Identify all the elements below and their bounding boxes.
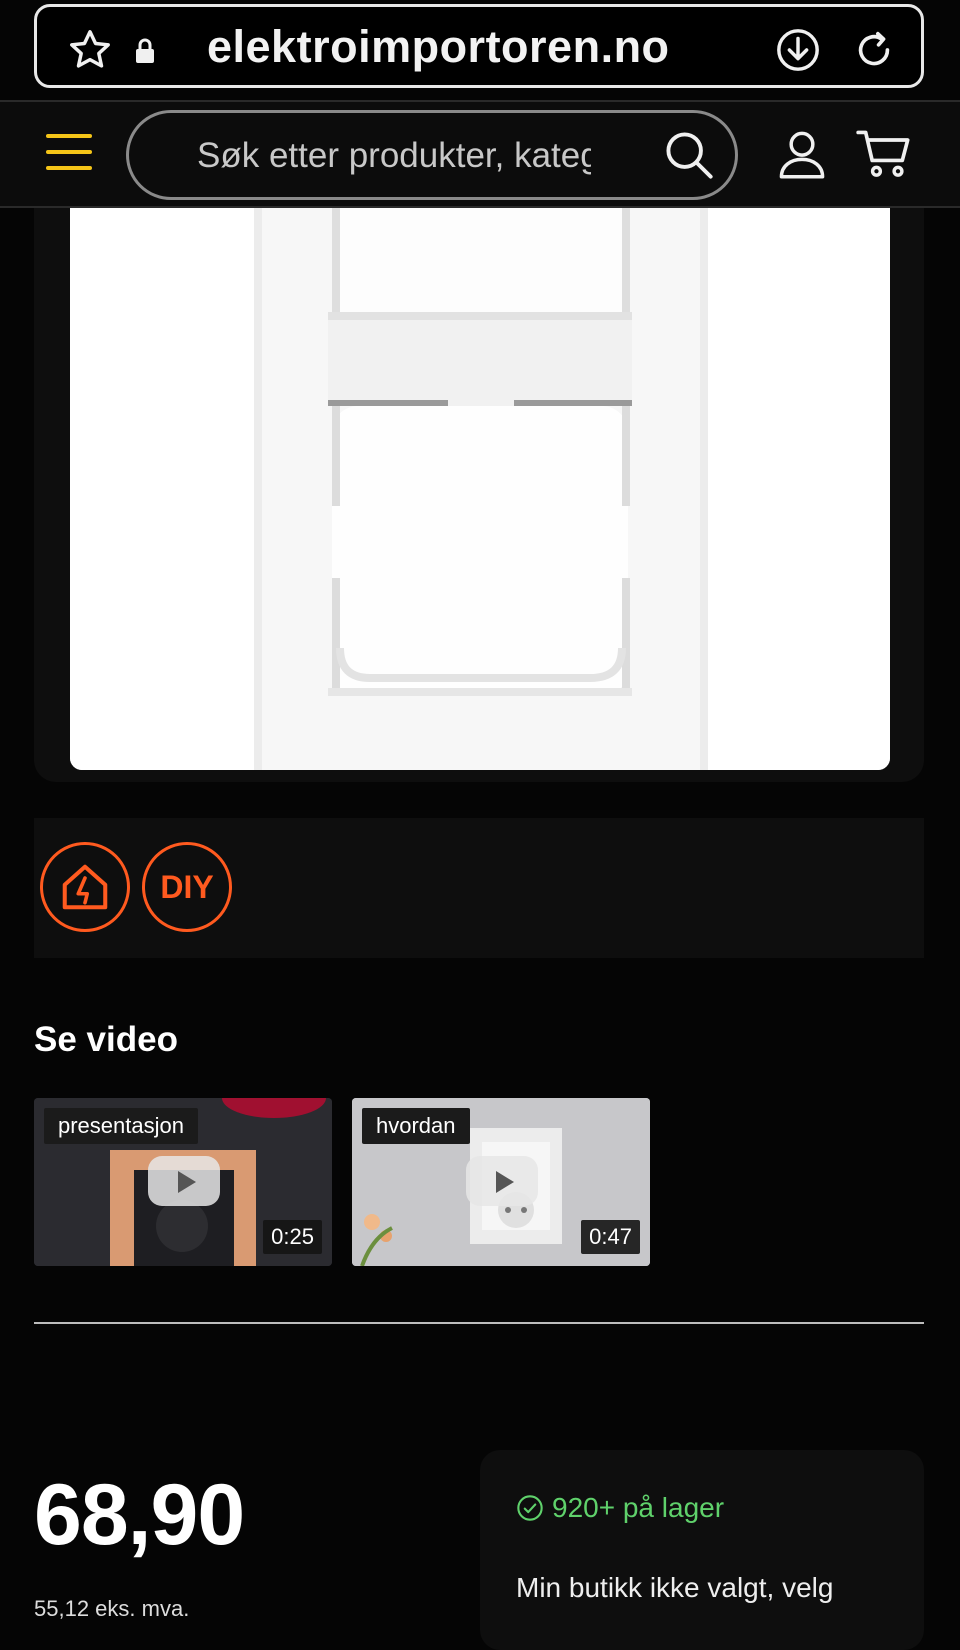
stock-status: 920+ på lager [516, 1492, 724, 1524]
video-label: hvordan [362, 1108, 470, 1144]
feature-badges: DIY [34, 818, 924, 958]
play-button[interactable] [466, 1156, 538, 1206]
video-duration: 0:47 [581, 1220, 640, 1254]
price-excl-vat: 55,12 eks. mva. [34, 1596, 190, 1621]
star-icon[interactable] [67, 27, 113, 73]
lock-icon [136, 38, 154, 63]
video-label: presentasjon [44, 1108, 198, 1144]
product-image-card [34, 208, 924, 782]
home-badge[interactable] [40, 842, 130, 932]
wall-frame-image [70, 208, 890, 770]
check-circle-icon [517, 1495, 543, 1521]
video-thumbnail[interactable]: presentasjon 0:25 [34, 1098, 332, 1266]
search-input[interactable] [195, 127, 593, 185]
stock-card: 920+ på lager Min butikk ikke valgt, vel… [480, 1450, 924, 1650]
play-button[interactable] [148, 1156, 220, 1206]
user-icon[interactable] [776, 128, 828, 180]
video-section-title: Se video [34, 1020, 178, 1059]
diy-badge[interactable]: DIY [142, 842, 232, 932]
video-duration: 0:25 [263, 1220, 322, 1254]
browser-url-bar[interactable]: elektroimportoren.no [34, 4, 924, 88]
store-selection-text[interactable]: Min butikk ikke valgt, velg [516, 1572, 833, 1604]
diy-label: DIY [160, 868, 214, 905]
cart-icon[interactable] [856, 128, 912, 180]
house-icon [62, 864, 108, 910]
download-icon[interactable] [775, 27, 821, 73]
reload-icon[interactable] [851, 27, 897, 73]
product-price: 68,90 [34, 1467, 245, 1563]
stock-text: 920+ på lager [552, 1492, 725, 1523]
search-icon[interactable] [663, 129, 715, 181]
video-thumbnail[interactable]: hvordan 0:47 [352, 1098, 650, 1266]
product-image[interactable] [70, 208, 890, 770]
menu-icon[interactable] [44, 130, 94, 174]
url-domain[interactable]: elektroimportoren.no [207, 21, 670, 73]
section-divider [34, 1322, 924, 1324]
site-header [0, 100, 960, 208]
search-box[interactable] [126, 110, 738, 200]
